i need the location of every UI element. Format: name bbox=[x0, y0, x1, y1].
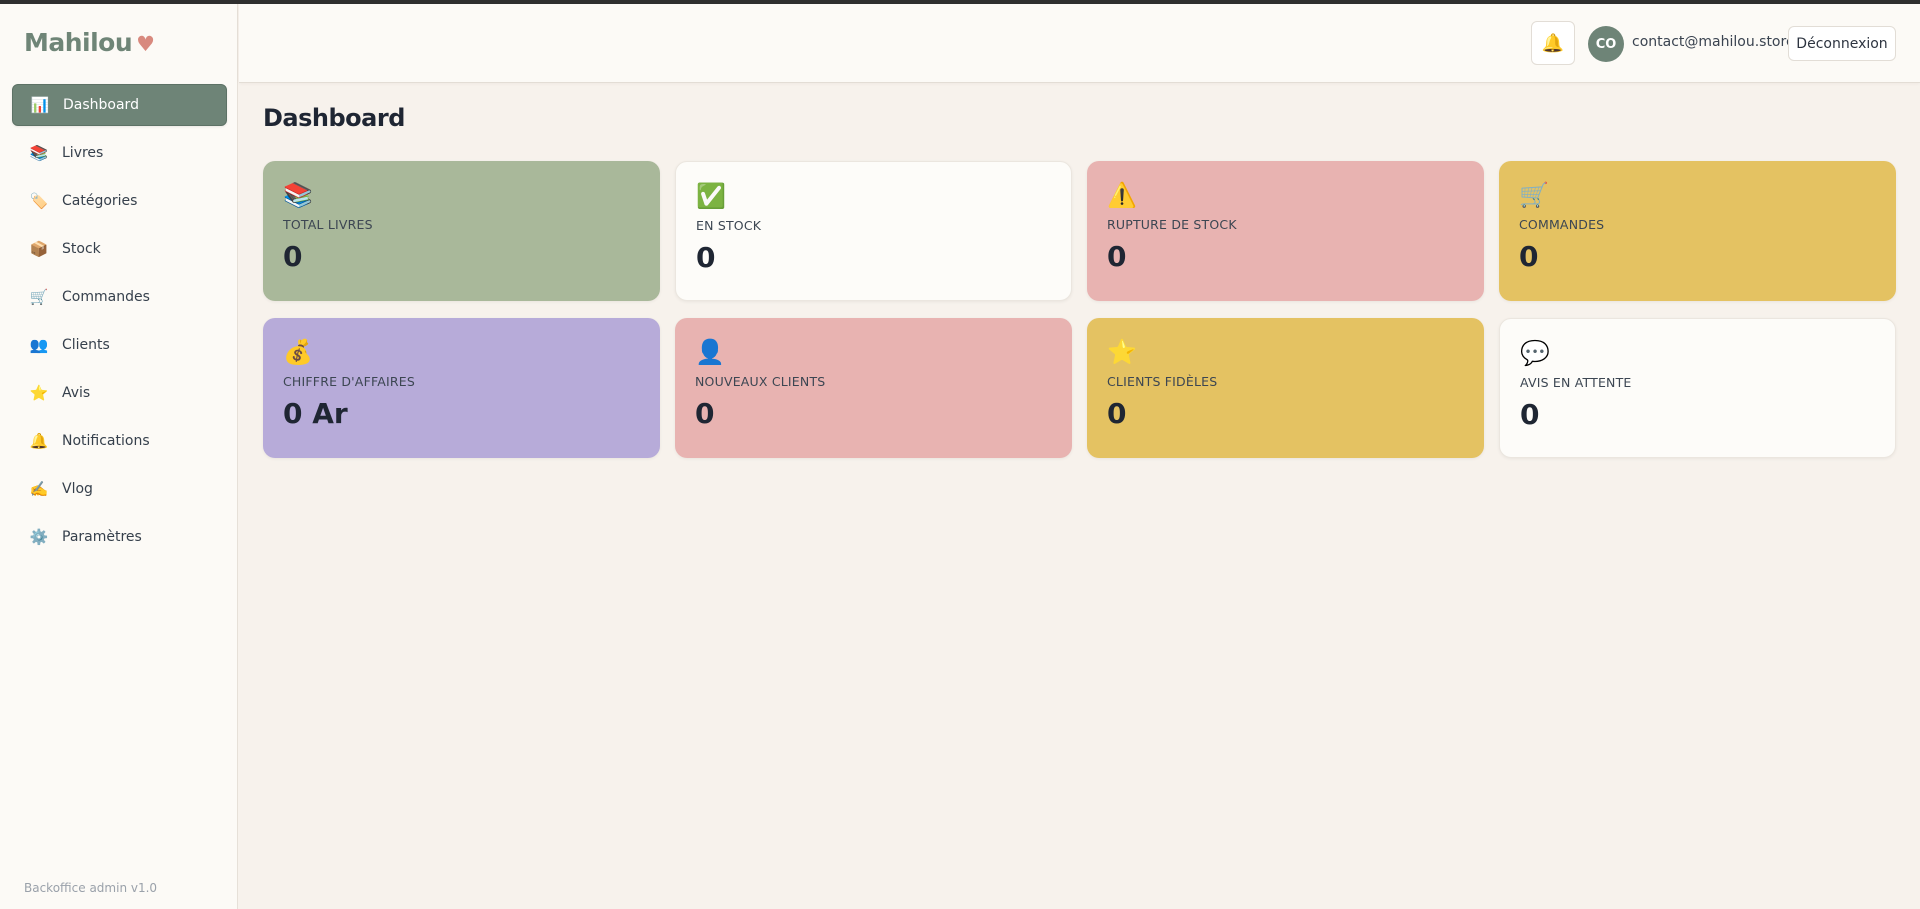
speech-bubble-icon: 💬 bbox=[1520, 339, 1550, 367]
sidebar-item-label: Stock bbox=[62, 241, 101, 257]
top-header: 🔔 CO contact@mahilou.store Déconnexion bbox=[239, 4, 1920, 83]
sidebar-item-label: Notifications bbox=[62, 433, 150, 449]
bell-icon: 🔔 bbox=[1541, 32, 1565, 54]
stat-card: 📚 TOTAL LIVRES 0 bbox=[263, 161, 660, 301]
books-icon: 📚 bbox=[283, 181, 313, 209]
stat-label: RUPTURE DE STOCK bbox=[1107, 217, 1237, 232]
cart-icon: 🛒 bbox=[29, 288, 49, 306]
heart-icon: ♥ bbox=[136, 32, 155, 56]
sidebar-item-label: Vlog bbox=[62, 481, 93, 497]
stat-card: 💬 AVIS EN ATTENTE 0 bbox=[1499, 318, 1896, 458]
user-icon: 👤 bbox=[695, 338, 725, 366]
books-icon: 📚 bbox=[29, 144, 49, 162]
box-icon: 📦 bbox=[29, 240, 49, 258]
stat-card: 🛒 COMMANDES 0 bbox=[1499, 161, 1896, 301]
stat-label: TOTAL LIVRES bbox=[283, 217, 373, 232]
users-icon: 👥 bbox=[29, 336, 49, 354]
stat-value: 0 bbox=[1107, 397, 1127, 430]
sidebar-item-dashboard[interactable]: 📊 Dashboard bbox=[12, 84, 227, 126]
stat-value: 0 bbox=[1520, 398, 1540, 431]
tag-icon: 🏷️ bbox=[29, 192, 49, 210]
sidebar-item-categories[interactable]: 🏷️ Catégories bbox=[12, 180, 227, 222]
sidebar-item-label: Dashboard bbox=[63, 97, 139, 113]
stat-card: 💰 CHIFFRE D'AFFAIRES 0 Ar bbox=[263, 318, 660, 458]
cart-icon: 🛒 bbox=[1519, 181, 1549, 209]
chart-icon: 📊 bbox=[30, 96, 50, 114]
stat-label: COMMANDES bbox=[1519, 217, 1605, 232]
stat-value: 0 bbox=[1519, 240, 1539, 273]
sidebar-item-vlog[interactable]: ✍️ Vlog bbox=[12, 468, 227, 510]
stats-grid: 📚 TOTAL LIVRES 0 ✅ EN STOCK 0 ⚠️ RUPTURE DE STO… bbox=[263, 161, 1897, 458]
check-mark-icon: ✅ bbox=[696, 182, 726, 210]
brand-logo[interactable]: Mahilou ♥ bbox=[24, 28, 155, 57]
user-email: contact@mahilou.store bbox=[1632, 34, 1795, 50]
sidebar-item-label: Clients bbox=[62, 337, 110, 353]
stat-card: ✅ EN STOCK 0 bbox=[675, 161, 1072, 301]
sidebar-item-label: Catégories bbox=[62, 193, 138, 209]
sidebar-item-label: Paramètres bbox=[62, 529, 142, 545]
stat-label: CLIENTS FIDÈLES bbox=[1107, 374, 1218, 389]
star-icon: ⭐ bbox=[1107, 338, 1137, 366]
bell-icon: 🔔 bbox=[29, 432, 49, 450]
sidebar-item-clients[interactable]: 👥 Clients bbox=[12, 324, 227, 366]
stat-label: CHIFFRE D'AFFAIRES bbox=[283, 374, 415, 389]
sidebar-item-avis[interactable]: ⭐ Avis bbox=[12, 372, 227, 414]
app-version: Backoffice admin v1.0 bbox=[24, 881, 158, 895]
money-bag-icon: 💰 bbox=[283, 338, 313, 366]
sidebar: Mahilou ♥ 📊 Dashboard 📚 Livres 🏷️ Catégories 📦 S… bbox=[0, 4, 238, 909]
star-icon: ⭐ bbox=[29, 384, 49, 402]
gear-icon: ⚙️ bbox=[29, 528, 49, 546]
stat-card: ⭐ CLIENTS FIDÈLES 0 bbox=[1087, 318, 1484, 458]
stat-value: 0 Ar bbox=[283, 397, 348, 430]
stat-value: 0 bbox=[695, 397, 715, 430]
stat-value: 0 bbox=[696, 241, 716, 274]
sidebar-item-parametres[interactable]: ⚙️ Paramètres bbox=[12, 516, 227, 558]
warning-icon: ⚠️ bbox=[1107, 181, 1137, 209]
brand-name: Mahilou bbox=[24, 28, 133, 57]
stat-label: NOUVEAUX CLIENTS bbox=[695, 374, 826, 389]
sidebar-item-label: Livres bbox=[62, 145, 104, 161]
sidebar-nav: 📊 Dashboard 📚 Livres 🏷️ Catégories 📦 Stock 🛒 Comm… bbox=[12, 84, 227, 564]
sidebar-item-stock[interactable]: 📦 Stock bbox=[12, 228, 227, 270]
sidebar-item-notifications[interactable]: 🔔 Notifications bbox=[12, 420, 227, 462]
logout-button[interactable]: Déconnexion bbox=[1788, 26, 1896, 61]
page-title: Dashboard bbox=[263, 104, 405, 132]
writing-hand-icon: ✍️ bbox=[29, 480, 49, 498]
sidebar-item-commandes[interactable]: 🛒 Commandes bbox=[12, 276, 227, 318]
stat-label: EN STOCK bbox=[696, 218, 762, 233]
stat-value: 0 bbox=[1107, 240, 1127, 273]
stat-value: 0 bbox=[283, 240, 303, 273]
stat-card: 👤 NOUVEAUX CLIENTS 0 bbox=[675, 318, 1072, 458]
avatar[interactable]: CO bbox=[1588, 26, 1624, 62]
sidebar-item-label: Commandes bbox=[62, 289, 150, 305]
sidebar-item-livres[interactable]: 📚 Livres bbox=[12, 132, 227, 174]
notifications-button[interactable]: 🔔 bbox=[1531, 21, 1575, 65]
stat-card: ⚠️ RUPTURE DE STOCK 0 bbox=[1087, 161, 1484, 301]
sidebar-item-label: Avis bbox=[62, 385, 91, 401]
stat-label: AVIS EN ATTENTE bbox=[1520, 375, 1632, 390]
